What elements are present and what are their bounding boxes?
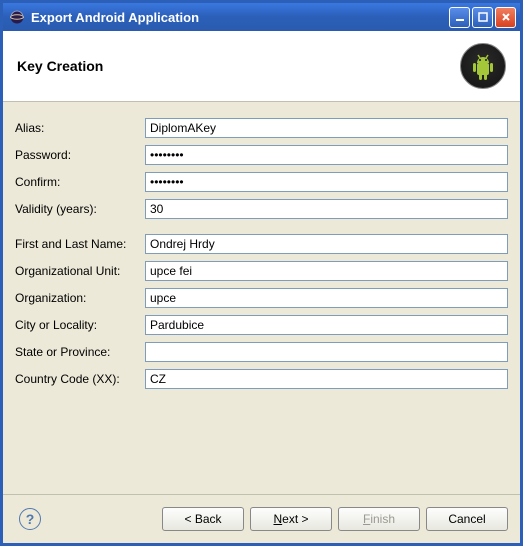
ou-label: Organizational Unit: (15, 264, 145, 278)
row-password: Password: (15, 145, 508, 165)
cancel-button[interactable]: Cancel (426, 507, 508, 531)
city-label: City or Locality: (15, 318, 145, 332)
validity-input[interactable] (145, 199, 508, 219)
minimize-button[interactable] (449, 7, 470, 28)
ou-input[interactable] (145, 261, 508, 281)
row-name: First and Last Name: (15, 234, 508, 254)
back-button[interactable]: < Back (162, 507, 244, 531)
button-bar: ? < Back Next > Finish Cancel (3, 494, 520, 543)
finish-button: Finish (338, 507, 420, 531)
confirm-input[interactable] (145, 172, 508, 192)
row-state: State or Province: (15, 342, 508, 362)
password-label: Password: (15, 148, 145, 162)
close-button[interactable] (495, 7, 516, 28)
row-city: City or Locality: (15, 315, 508, 335)
state-label: State or Province: (15, 345, 145, 359)
country-label: Country Code (XX): (15, 372, 145, 386)
maximize-button[interactable] (472, 7, 493, 28)
row-org: Organization: (15, 288, 508, 308)
row-alias: Alias: (15, 118, 508, 138)
validity-label: Validity (years): (15, 202, 145, 216)
dialog-header: Key Creation (3, 31, 520, 102)
state-input[interactable] (145, 342, 508, 362)
alias-input[interactable] (145, 118, 508, 138)
window-title: Export Android Application (31, 10, 449, 25)
password-input[interactable] (145, 145, 508, 165)
confirm-label: Confirm: (15, 175, 145, 189)
name-label: First and Last Name: (15, 237, 145, 251)
org-label: Organization: (15, 291, 145, 305)
eclipse-icon (9, 9, 25, 25)
finish-mnemonic: F (363, 512, 370, 526)
org-input[interactable] (145, 288, 508, 308)
row-country: Country Code (XX): (15, 369, 508, 389)
form-area: Alias: Password: Confirm: Validity (year… (3, 102, 520, 494)
country-input[interactable] (145, 369, 508, 389)
row-ou: Organizational Unit: (15, 261, 508, 281)
help-icon[interactable]: ? (19, 508, 41, 530)
next-button[interactable]: Next > (250, 507, 332, 531)
row-validity: Validity (years): (15, 199, 508, 219)
city-input[interactable] (145, 315, 508, 335)
window-controls (449, 7, 516, 28)
row-confirm: Confirm: (15, 172, 508, 192)
title-bar[interactable]: Export Android Application (3, 3, 520, 31)
dialog-window: Export Android Application Key Creation (0, 0, 523, 546)
next-mnemonic: N (273, 512, 282, 526)
alias-label: Alias: (15, 121, 145, 135)
page-title: Key Creation (17, 58, 460, 74)
name-input[interactable] (145, 234, 508, 254)
android-icon (460, 43, 506, 89)
